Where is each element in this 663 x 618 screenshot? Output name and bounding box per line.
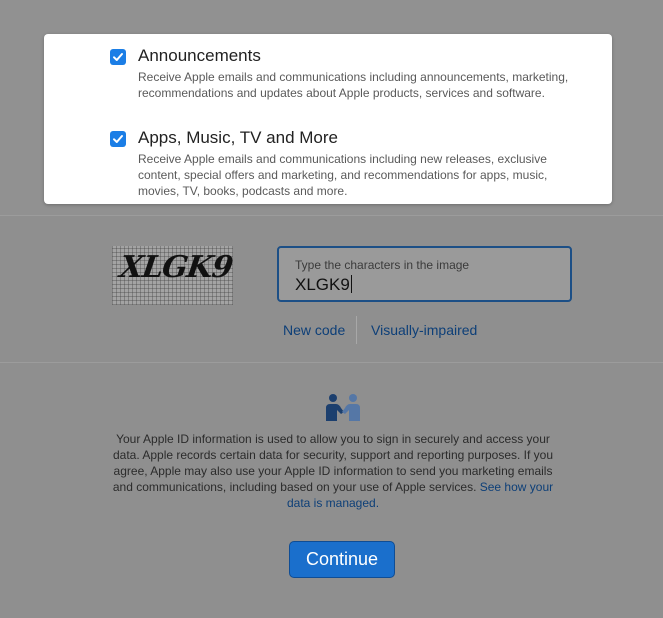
- section-divider: [0, 362, 663, 363]
- checkmark-icon: [113, 53, 123, 61]
- announcements-checkbox[interactable]: [110, 49, 126, 65]
- continue-button[interactable]: Continue: [289, 541, 395, 578]
- option-title: Announcements: [138, 46, 261, 65]
- option-apps-music-tv[interactable]: Apps, Music, TV and More Receive Apple e…: [110, 128, 580, 198]
- captcha-characters: XLGK9: [117, 250, 233, 285]
- section-divider: [0, 215, 663, 216]
- captcha-input[interactable]: Type the characters in the image XLGK9: [277, 246, 572, 302]
- checkmark-icon: [113, 135, 123, 143]
- email-preferences-card: Announcements Receive Apple emails and c…: [44, 34, 612, 204]
- visually-impaired-link[interactable]: Visually-impaired: [371, 322, 477, 338]
- captcha-input-label: Type the characters in the image: [295, 258, 470, 272]
- captcha-input-value: XLGK9: [295, 275, 350, 294]
- captcha-input-value-wrap: XLGK9: [295, 275, 352, 295]
- new-code-link[interactable]: New code: [283, 322, 345, 338]
- privacy-statement: Your Apple ID information is used to all…: [108, 431, 558, 511]
- link-divider: [356, 316, 357, 344]
- handshake-people-icon: [326, 394, 360, 421]
- option-announcements[interactable]: Announcements Receive Apple emails and c…: [110, 46, 580, 126]
- option-description: Receive Apple emails and communications …: [138, 152, 548, 198]
- apps-music-tv-checkbox[interactable]: [110, 131, 126, 147]
- option-title: Apps, Music, TV and More: [138, 128, 338, 147]
- text-caret: [350, 275, 352, 293]
- option-description: Receive Apple emails and communications …: [138, 70, 569, 100]
- captcha-image: XLGK9: [112, 246, 233, 305]
